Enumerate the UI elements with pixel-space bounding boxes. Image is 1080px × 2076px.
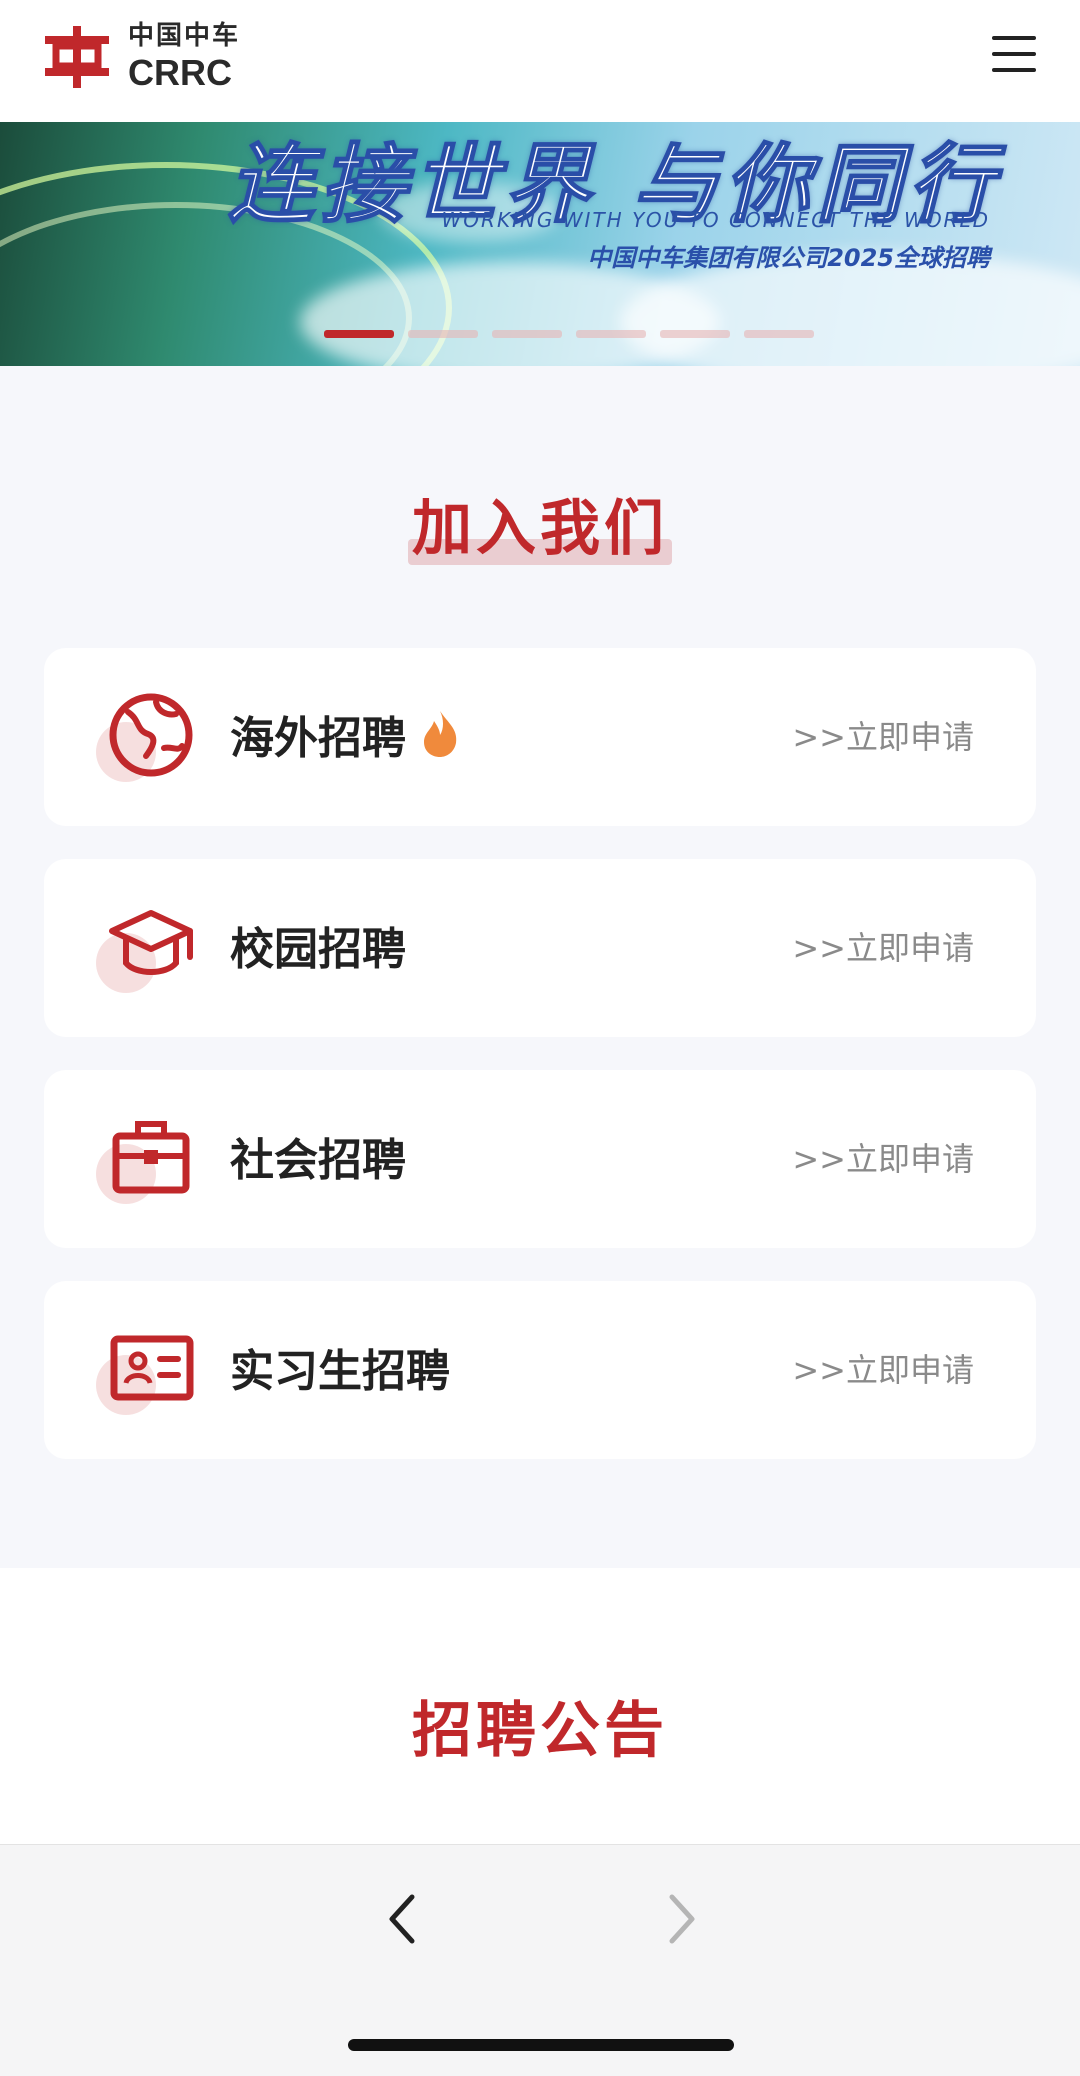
- announcement-title: 招聘公告: [0, 1682, 1080, 1769]
- join-us-title: 加入我们: [0, 480, 1080, 567]
- top-header: 中国中车 CRRC: [0, 0, 1080, 122]
- card-icon-container: [96, 1323, 196, 1423]
- graduation-cap-icon: [109, 910, 193, 975]
- card-campus-recruitment[interactable]: 校园招聘 >>立即申请: [44, 859, 1036, 1037]
- apply-now-link[interactable]: >>立即申请: [792, 923, 974, 969]
- crrc-logo[interactable]: 中国中车 CRRC: [42, 20, 240, 94]
- carousel-dot-1[interactable]: [324, 330, 394, 338]
- globe-icon: [109, 693, 193, 777]
- card-icon-container: [96, 1112, 196, 1212]
- card-internship-recruitment[interactable]: 实习生招聘 >>立即申请: [44, 1281, 1036, 1459]
- fire-icon: [424, 711, 457, 757]
- banner-subtitle-en: WORKING WITH YOU TO CONNECT THE WORLD: [441, 208, 990, 232]
- crrc-logo-mark-icon: [45, 26, 109, 88]
- card-label: 海外招聘: [230, 713, 406, 764]
- logo-english-name: CRRC: [128, 52, 232, 93]
- carousel-dot-3[interactable]: [492, 330, 562, 338]
- card-icon-container: [96, 690, 196, 790]
- join-us-title-text: 加入我们: [408, 480, 672, 567]
- briefcase-icon: [112, 1121, 190, 1194]
- hero-banner[interactable]: 连接世界 与你同行 WORKING WITH YOU TO CONNECT TH…: [0, 122, 1080, 366]
- logo-chinese-name: 中国中车: [128, 21, 241, 51]
- home-indicator[interactable]: [348, 2039, 734, 2051]
- carousel-dot-2[interactable]: [408, 330, 478, 338]
- apply-now-link[interactable]: >>立即申请: [792, 712, 974, 758]
- card-label: 实习生招聘: [230, 1346, 450, 1397]
- chevron-left-icon[interactable]: [380, 1889, 424, 1949]
- card-icon-container: [96, 901, 196, 1001]
- banner-subtitle-cn: 中国中车集团有限公司2025全球招聘: [587, 244, 990, 272]
- card-label: 校园招聘: [230, 924, 406, 975]
- hamburger-menu-icon[interactable]: [992, 36, 1036, 76]
- card-label: 社会招聘: [230, 1135, 406, 1186]
- id-card-icon: [110, 1335, 194, 1401]
- carousel-dot-4[interactable]: [576, 330, 646, 338]
- carousel-dot-5[interactable]: [660, 330, 730, 338]
- apply-now-link[interactable]: >>立即申请: [792, 1345, 974, 1391]
- chevron-right-icon[interactable]: [660, 1889, 704, 1949]
- carousel-indicators: [324, 330, 828, 338]
- card-overseas-recruitment[interactable]: 海外招聘 >>立即申请: [44, 648, 1036, 826]
- card-social-recruitment[interactable]: 社会招聘 >>立即申请: [44, 1070, 1036, 1248]
- carousel-dot-6[interactable]: [744, 330, 814, 338]
- apply-now-link[interactable]: >>立即申请: [792, 1134, 974, 1180]
- announcement-title-text: 招聘公告: [408, 1682, 672, 1769]
- browser-bottom-toolbar: [0, 1844, 1080, 2076]
